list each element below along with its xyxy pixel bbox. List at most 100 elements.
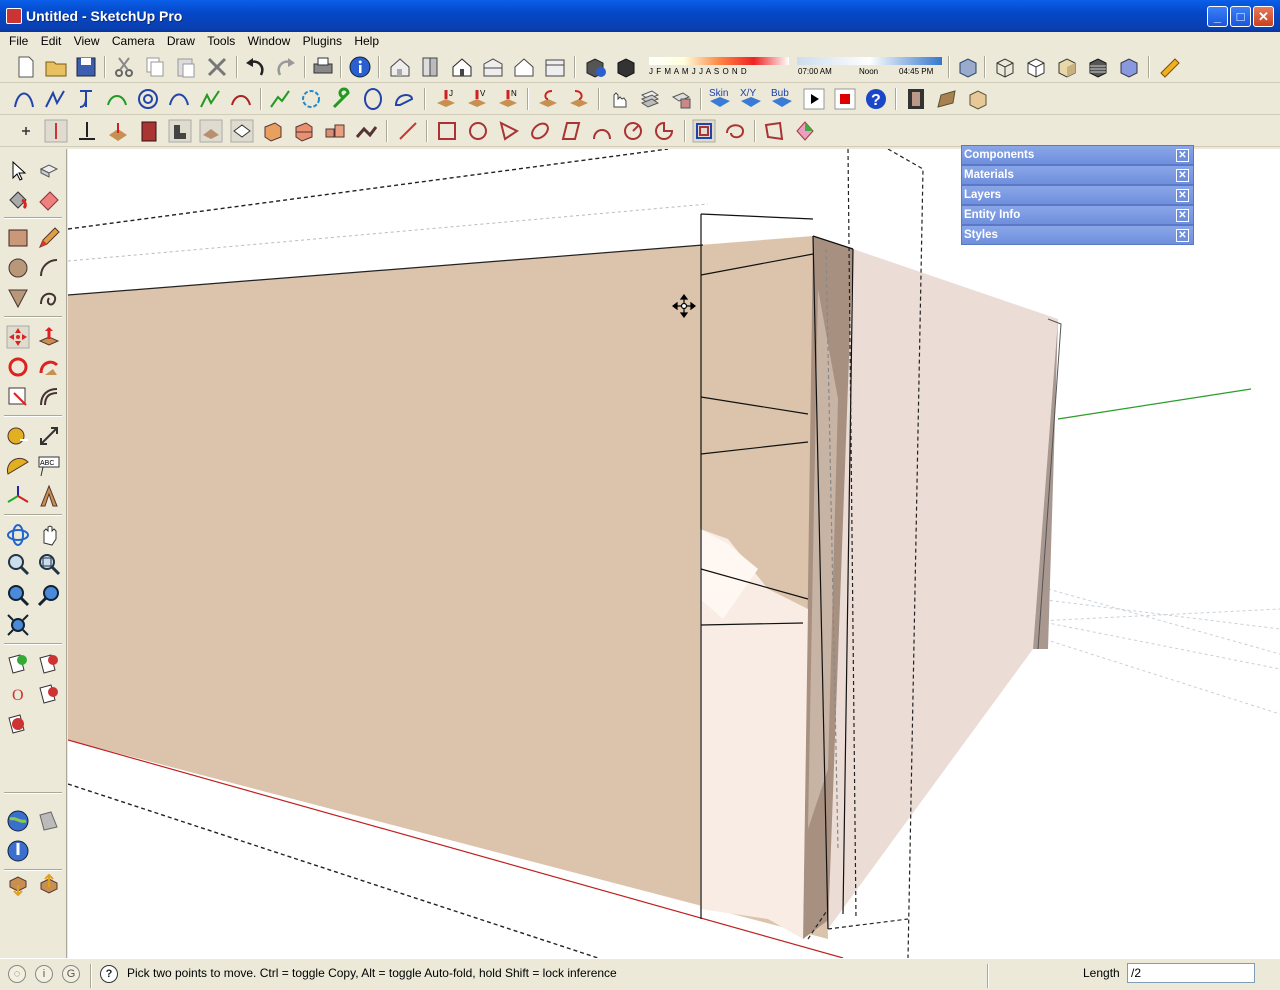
arc-icon[interactable] <box>37 256 61 280</box>
tray-entity-info[interactable]: Entity Info ✕ <box>961 205 1194 225</box>
bezier-curve-icon[interactable] <box>12 87 36 111</box>
hand-select-icon[interactable] <box>607 87 631 111</box>
triangle-tool-icon[interactable] <box>497 119 521 143</box>
tray-layers[interactable]: Layers ✕ <box>961 185 1194 205</box>
get-models-icon[interactable] <box>6 873 30 897</box>
polygon-icon[interactable] <box>6 286 30 310</box>
back-view-icon[interactable] <box>512 55 536 79</box>
face-tool-icon[interactable] <box>106 119 130 143</box>
close-icon[interactable]: ✕ <box>1176 189 1189 202</box>
zoom-icon[interactable] <box>6 552 30 576</box>
cubic-bezier-icon[interactable] <box>229 87 253 111</box>
sketchup-warehouse-icon[interactable] <box>6 712 30 736</box>
undo-pushpull-icon[interactable] <box>536 87 560 111</box>
drawing-viewport[interactable] <box>68 149 1280 958</box>
stairs-icon[interactable] <box>935 87 959 111</box>
joint-push-pull-icon[interactable]: J <box>434 87 458 111</box>
next-view-icon[interactable] <box>37 583 61 607</box>
preview-google-earth-icon[interactable] <box>6 809 30 833</box>
layers-stack-icon[interactable] <box>638 87 662 111</box>
axis-lock-icon[interactable] <box>44 119 68 143</box>
color-by-icon[interactable] <box>793 119 817 143</box>
stop-icon[interactable] <box>833 87 857 111</box>
pie-tool-icon[interactable] <box>652 119 676 143</box>
follow-me-icon[interactable] <box>37 355 61 379</box>
close-icon[interactable]: ✕ <box>1176 229 1189 242</box>
close-icon[interactable]: ✕ <box>1176 209 1189 222</box>
menu-edit[interactable]: Edit <box>41 32 62 48</box>
spline-icon[interactable] <box>74 87 98 111</box>
copy-icon[interactable] <box>143 55 167 79</box>
google-login-icon[interactable]: G <box>62 965 80 983</box>
print-icon[interactable] <box>311 55 335 79</box>
menu-view[interactable]: View <box>74 32 100 48</box>
film-icon[interactable] <box>904 87 928 111</box>
close-button[interactable]: ✕ <box>1253 6 1274 27</box>
redo-pushpull-icon[interactable] <box>567 87 591 111</box>
model-info-icon[interactable] <box>348 55 372 79</box>
maximize-button[interactable]: □ <box>1230 6 1251 27</box>
freehand-curve-icon[interactable] <box>198 87 222 111</box>
toggle-terrain-icon[interactable] <box>37 652 61 676</box>
push-pull-icon[interactable] <box>37 325 61 349</box>
skin-icon[interactable]: Skin <box>708 87 732 111</box>
arc-tool-icon[interactable] <box>590 119 614 143</box>
circle-tool-icon[interactable] <box>466 119 490 143</box>
geo-location-icon[interactable]: ◌ <box>8 965 26 983</box>
move-icon[interactable] <box>6 325 30 349</box>
sofa-icon[interactable] <box>199 119 223 143</box>
plus-icon[interactable] <box>14 119 38 143</box>
iso-view-icon[interactable] <box>388 55 412 79</box>
layer-tools-icon[interactable] <box>669 87 693 111</box>
parallelogram-tool-icon[interactable] <box>559 119 583 143</box>
export-google-earth-icon[interactable] <box>37 809 61 833</box>
save-icon[interactable] <box>74 55 98 79</box>
ellipse-icon[interactable] <box>361 87 385 111</box>
axis-tool-icon[interactable] <box>75 119 99 143</box>
boxes-icon[interactable] <box>323 119 347 143</box>
left-view-icon[interactable] <box>543 55 567 79</box>
right-view-icon[interactable] <box>481 55 505 79</box>
front-view-icon[interactable] <box>450 55 474 79</box>
cabinet-icon[interactable] <box>261 119 285 143</box>
tape-measure-icon[interactable] <box>6 424 30 448</box>
minimize-button[interactable]: _ <box>1207 6 1228 27</box>
zoom-extents-icon[interactable] <box>6 613 30 637</box>
lasso-icon[interactable] <box>392 87 416 111</box>
hidden-line-icon[interactable] <box>1024 55 1048 79</box>
polygon-curve-icon[interactable] <box>299 87 323 111</box>
scale-icon[interactable] <box>6 385 30 409</box>
ellipse-tool-icon[interactable] <box>528 119 552 143</box>
offset-icon[interactable] <box>37 385 61 409</box>
length-input[interactable]: /2 <box>1127 963 1255 983</box>
spiral-icon[interactable] <box>136 87 160 111</box>
model-canvas[interactable] <box>68 149 1280 958</box>
rotate-icon[interactable] <box>6 355 30 379</box>
table-icon[interactable] <box>230 119 254 143</box>
menu-draw[interactable]: Draw <box>167 32 195 48</box>
rectangle-tool-icon[interactable] <box>435 119 459 143</box>
erase-icon[interactable] <box>205 55 229 79</box>
tray-components[interactable]: Components ✕ <box>961 145 1194 165</box>
protractor-icon[interactable] <box>6 454 30 478</box>
shadow-settings-icon[interactable] <box>583 55 607 79</box>
wrench-icon[interactable] <box>330 87 354 111</box>
orbit-icon[interactable] <box>6 523 30 547</box>
shelf-icon[interactable] <box>292 119 316 143</box>
freehand-icon[interactable] <box>37 286 61 310</box>
cut-icon[interactable] <box>112 55 136 79</box>
menu-help[interactable]: Help <box>354 32 379 48</box>
menu-camera[interactable]: Camera <box>112 32 155 48</box>
rectangle-icon[interactable] <box>6 226 30 250</box>
menu-file[interactable]: File <box>9 32 28 48</box>
pan-icon[interactable] <box>37 523 61 547</box>
menu-tools[interactable]: Tools <box>207 32 235 48</box>
flatten-icon[interactable] <box>762 119 786 143</box>
top-view-icon[interactable] <box>419 55 443 79</box>
import-terrain-icon[interactable]: O <box>6 682 30 706</box>
circle-icon[interactable] <box>6 256 30 280</box>
new-icon[interactable] <box>14 55 38 79</box>
shadow-time-slider[interactable]: 07:00 AM Noon 04:45 PM <box>797 57 942 79</box>
xyz-icon[interactable]: X/Y <box>739 87 763 111</box>
previous-view-icon[interactable] <box>6 583 30 607</box>
